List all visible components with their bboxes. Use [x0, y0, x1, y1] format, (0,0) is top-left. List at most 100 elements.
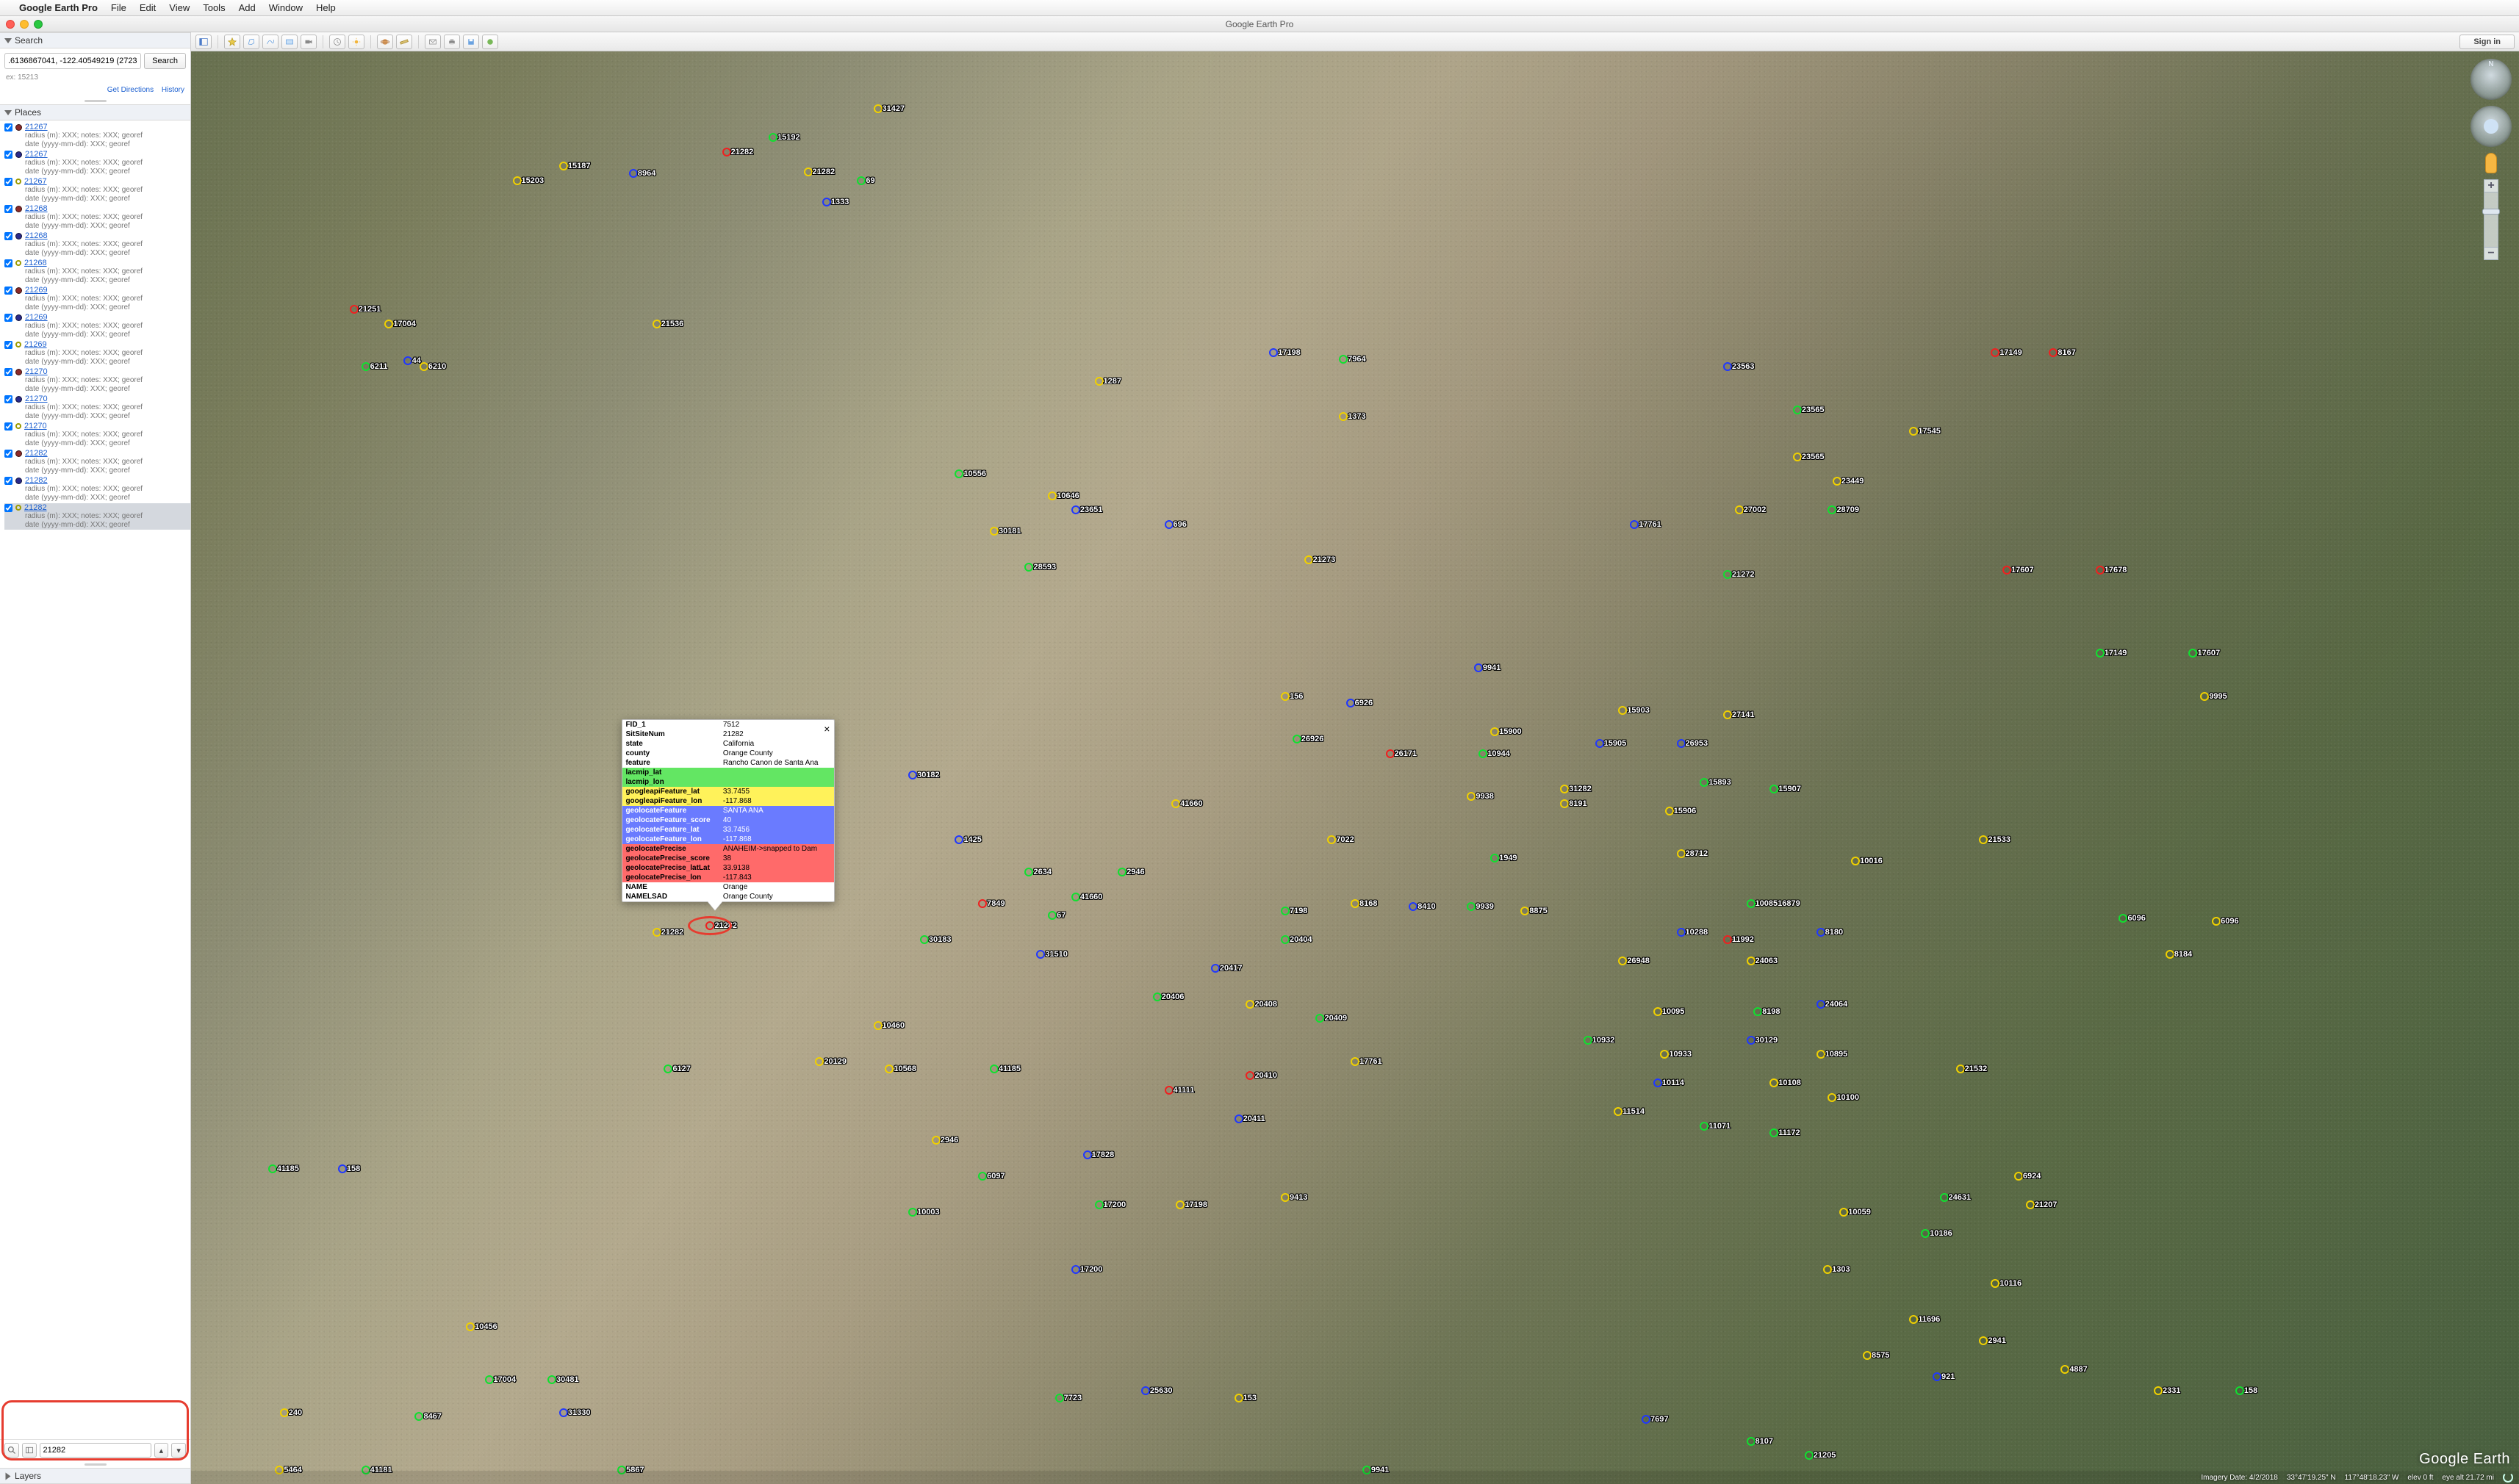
- tb-kml-icon[interactable]: [482, 35, 498, 49]
- places-item-checkbox[interactable]: [4, 314, 12, 322]
- zoom-control[interactable]: + −: [2484, 179, 2498, 260]
- map-point[interactable]: [1036, 950, 1045, 959]
- places-item[interactable]: 21282radius (m): XXX; notes: XXX; georef…: [4, 449, 190, 475]
- map-point[interactable]: [1176, 1200, 1185, 1209]
- map-point[interactable]: [1048, 491, 1057, 500]
- map-point[interactable]: [2235, 1386, 2244, 1395]
- map-point[interactable]: [857, 176, 866, 185]
- map-point[interactable]: [822, 198, 831, 206]
- map-point[interactable]: [1979, 835, 1988, 844]
- map-point[interactable]: [1024, 868, 1033, 876]
- places-item[interactable]: 21268radius (m): XXX; notes: XXX; georef…: [4, 204, 190, 231]
- zoom-slider-handle[interactable]: [2482, 209, 2500, 215]
- map-point[interactable]: [268, 1164, 277, 1173]
- balloon-close-icon[interactable]: ×: [824, 723, 830, 735]
- map-point[interactable]: [920, 935, 929, 944]
- map-point[interactable]: [1700, 1122, 1708, 1131]
- places-item-link[interactable]: 21282: [24, 503, 47, 512]
- map-point[interactable]: [1618, 957, 1627, 965]
- map-point[interactable]: [1828, 1093, 1836, 1102]
- map-point[interactable]: [1095, 377, 1104, 386]
- map-point[interactable]: [1560, 799, 1569, 808]
- tb-email-icon[interactable]: [425, 35, 441, 49]
- places-item-link[interactable]: 21270: [25, 395, 48, 403]
- places-item-link[interactable]: 21267: [25, 150, 48, 159]
- map-point[interactable]: [1863, 1351, 1872, 1360]
- places-item-link[interactable]: 21268: [24, 259, 47, 267]
- map-point[interactable]: [1520, 907, 1529, 915]
- places-item-checkbox[interactable]: [4, 232, 12, 240]
- map-point[interactable]: [1747, 899, 1756, 908]
- places-list[interactable]: 21267radius (m): XXX; notes: XXX; georef…: [0, 120, 190, 1439]
- places-item[interactable]: 21282radius (m): XXX; notes: XXX; georef…: [4, 503, 190, 530]
- map-point[interactable]: [2026, 1200, 2035, 1209]
- tb-overlay-icon[interactable]: [281, 35, 298, 49]
- places-item-checkbox[interactable]: [4, 450, 12, 458]
- map-point[interactable]: [1653, 1007, 1662, 1016]
- places-item-checkbox[interactable]: [4, 422, 12, 431]
- tb-path-icon[interactable]: [262, 35, 279, 49]
- map-point[interactable]: [547, 1375, 556, 1384]
- map-point[interactable]: [1723, 935, 1732, 944]
- places-item-checkbox[interactable]: [4, 178, 12, 186]
- map-point[interactable]: [1386, 749, 1395, 758]
- places-item-link[interactable]: 21267: [25, 123, 48, 132]
- map-point[interactable]: [1823, 1265, 1832, 1274]
- find-search-icon[interactable]: [4, 1443, 19, 1458]
- map-point[interactable]: [1071, 505, 1080, 514]
- map-point[interactable]: [874, 104, 883, 113]
- map-point[interactable]: [1839, 1208, 1848, 1217]
- search-button[interactable]: Search: [144, 53, 186, 69]
- map-point[interactable]: [1584, 1036, 1592, 1045]
- tb-ruler-icon[interactable]: [396, 35, 412, 49]
- pegman-icon[interactable]: [2485, 153, 2497, 173]
- map-point[interactable]: [1153, 993, 1162, 1001]
- zoom-in-button[interactable]: +: [2484, 179, 2498, 192]
- map-point[interactable]: [1956, 1065, 1965, 1073]
- tb-planet-icon[interactable]: [377, 35, 393, 49]
- places-item[interactable]: 21267radius (m): XXX; notes: XXX; georef…: [4, 150, 190, 176]
- map-point[interactable]: [815, 1057, 824, 1066]
- map-point[interactable]: [1246, 1071, 1254, 1080]
- map-point[interactable]: [1165, 1086, 1174, 1095]
- places-item-link[interactable]: 21267: [24, 177, 47, 186]
- map-point[interactable]: [1614, 1107, 1623, 1116]
- tb-polygon-icon[interactable]: [243, 35, 259, 49]
- places-item-link[interactable]: 21282: [25, 476, 48, 485]
- map-point[interactable]: [1828, 505, 1836, 514]
- map-point[interactable]: [1269, 348, 1278, 357]
- map-point[interactable]: [1071, 1265, 1080, 1274]
- map-point[interactable]: [885, 1065, 894, 1073]
- map-point[interactable]: [1653, 1078, 1662, 1087]
- places-item[interactable]: 21269radius (m): XXX; notes: XXX; georef…: [4, 340, 190, 367]
- map-point[interactable]: [1467, 902, 1476, 911]
- map-point[interactable]: [1467, 792, 1476, 801]
- places-item-link[interactable]: 21268: [25, 231, 48, 240]
- map-point[interactable]: [420, 362, 428, 371]
- map-point[interactable]: [1235, 1114, 1243, 1123]
- places-item-link[interactable]: 21269: [25, 313, 48, 322]
- map-point[interactable]: [908, 1208, 917, 1217]
- map-point[interactable]: [1700, 778, 1708, 787]
- map-point[interactable]: [1595, 739, 1604, 748]
- map-point[interactable]: [1171, 799, 1180, 808]
- map-point[interactable]: [1478, 749, 1487, 758]
- map-point[interactable]: [1677, 849, 1686, 858]
- link-directions[interactable]: Get Directions: [107, 86, 154, 94]
- map-point[interactable]: [1753, 1007, 1762, 1016]
- map-point[interactable]: [705, 921, 714, 930]
- tb-placemark-icon[interactable]: [224, 35, 240, 49]
- splitter-handle[interactable]: [0, 1462, 190, 1468]
- map-point[interactable]: [2060, 1365, 2069, 1374]
- map-point[interactable]: [1909, 1315, 1918, 1324]
- search-input[interactable]: [4, 53, 141, 69]
- menu-help[interactable]: Help: [316, 2, 336, 13]
- map-point[interactable]: [414, 1412, 423, 1421]
- map-point[interactable]: [629, 169, 638, 178]
- places-item[interactable]: 21282radius (m): XXX; notes: XXX; georef…: [4, 476, 190, 503]
- map-point[interactable]: [559, 1408, 568, 1417]
- map-point[interactable]: [280, 1408, 289, 1417]
- places-item-checkbox[interactable]: [4, 259, 12, 267]
- window-close-icon[interactable]: [6, 20, 15, 29]
- map-point[interactable]: [1024, 563, 1033, 572]
